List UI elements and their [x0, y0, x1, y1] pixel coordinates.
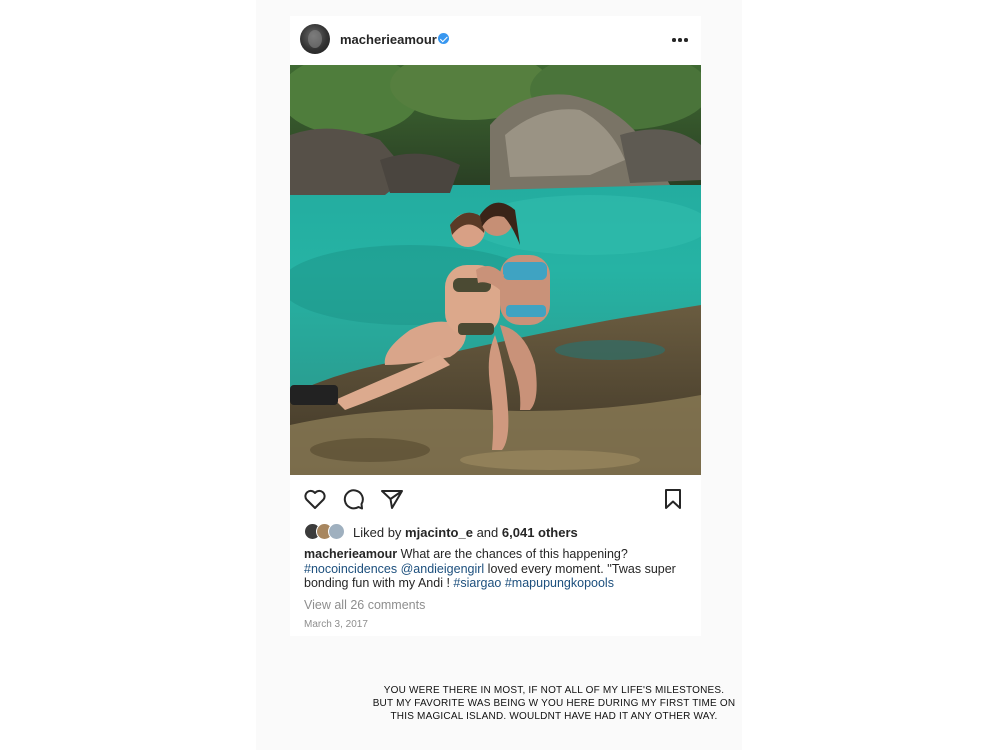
- note-line: YOU WERE THERE IN MOST, IF NOT ALL OF MY…: [383, 685, 725, 696]
- comment-bubble-icon[interactable]: [340, 486, 366, 512]
- mention-link[interactable]: @andieigengirl: [401, 562, 485, 576]
- post-header: macherieamour: [290, 16, 701, 65]
- caption-username[interactable]: macherieamour: [304, 547, 397, 561]
- hashtag-link[interactable]: #mapupungkopools: [505, 576, 614, 590]
- paper-plane-icon[interactable]: [379, 486, 405, 512]
- liked-by-others: 6,041 others: [501, 525, 578, 540]
- note-line: BUT MY FAVORITE WAS BEING W YOU HERE DUR…: [372, 698, 736, 709]
- hashtag-link[interactable]: #nocoincidences: [304, 562, 397, 576]
- post-caption: macherieamour What are the chances of th…: [304, 547, 676, 590]
- post-username[interactable]: macherieamour: [340, 32, 437, 47]
- instagram-post: macherieamour Liked by mjacinto_e and 6,…: [290, 16, 701, 636]
- liked-by-user: mjacinto_e: [405, 525, 473, 540]
- verified-badge-icon: [438, 33, 449, 44]
- heart-icon[interactable]: [302, 486, 328, 512]
- post-date: March 3, 2017: [304, 619, 368, 630]
- likes-row: Liked by mjacinto_e and 6,041 others: [304, 522, 694, 542]
- overlay-note: YOU WERE THERE IN MOST, IF NOT ALL OF MY…: [368, 684, 740, 723]
- hashtag-link[interactable]: #siargao: [453, 576, 501, 590]
- likes-summary[interactable]: Liked by mjacinto_e and 6,041 others: [353, 525, 578, 540]
- view-comments-link[interactable]: View all 26 comments: [304, 598, 425, 612]
- liker-avatar: [328, 523, 345, 540]
- post-photo[interactable]: [290, 65, 701, 475]
- profile-avatar[interactable]: [300, 24, 330, 54]
- more-options-icon[interactable]: [670, 30, 690, 50]
- post-actions: [290, 486, 701, 512]
- bookmark-icon[interactable]: [660, 486, 686, 512]
- note-line: THIS MAGICAL ISLAND. WOULDNT HAVE HAD IT…: [390, 711, 718, 722]
